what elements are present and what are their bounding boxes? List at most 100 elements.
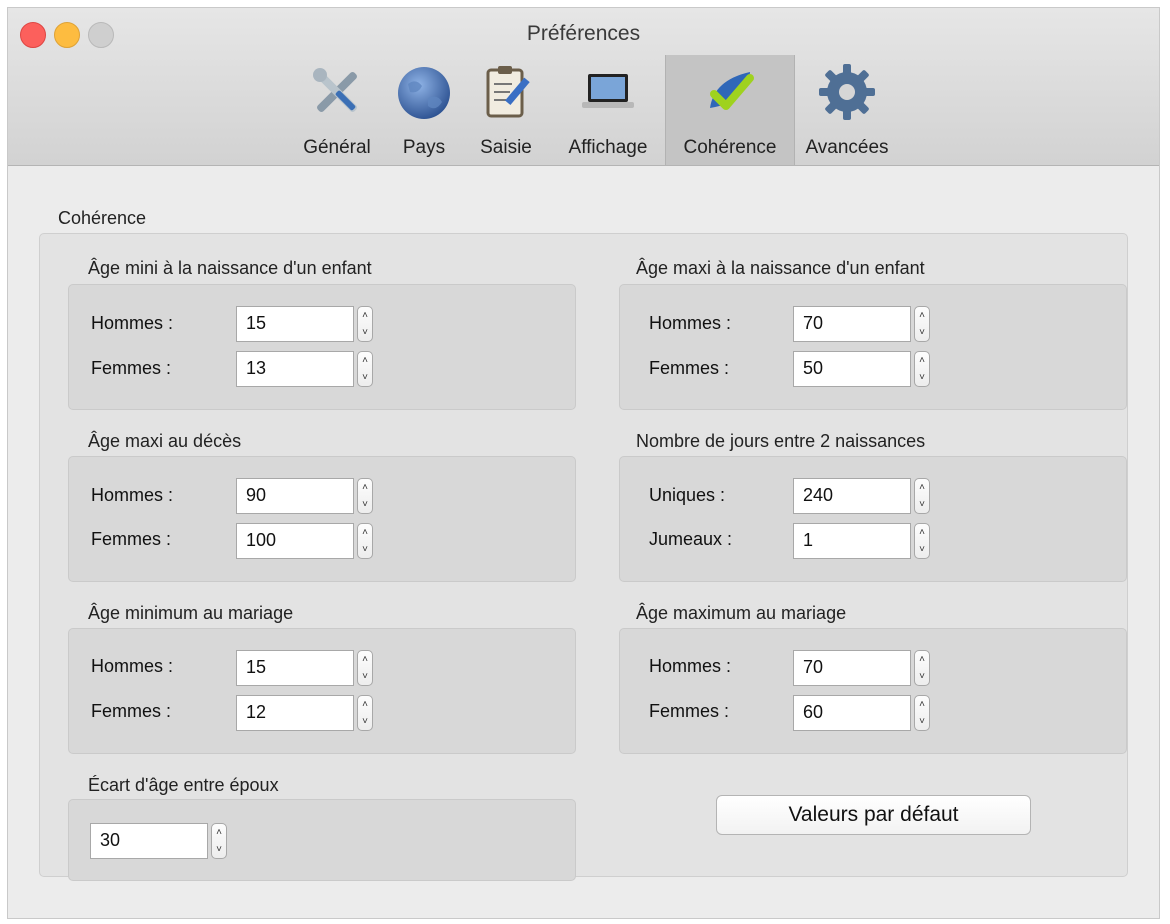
field-label-jumeaux: Jumeaux :: [649, 529, 733, 549]
mariage-min-femmes-input[interactable]: 12: [236, 695, 354, 731]
tab-label: Avancées: [805, 137, 889, 158]
group-title-jours-naissances: Nombre de jours entre 2 naissances: [636, 431, 926, 451]
field-label-femmes: Femmes :: [91, 529, 172, 549]
tab-saisie[interactable]: Saisie: [466, 55, 546, 165]
group-box-age-mini-enfant: [68, 284, 576, 410]
stepper-up-icon[interactable]: ˄: [358, 352, 372, 369]
stepper-up-icon[interactable]: ˄: [358, 479, 372, 496]
wrench-screwdriver-icon: [313, 68, 357, 112]
ecart-epoux-input[interactable]: 30: [90, 823, 208, 859]
stepper-up-icon[interactable]: ˄: [915, 479, 929, 496]
age-maxi-femmes-input[interactable]: 50: [793, 351, 911, 387]
section-label: Cohérence: [58, 208, 147, 228]
tab-coherence[interactable]: Cohérence: [665, 55, 795, 165]
mariage-max-femmes-stepper[interactable]: ˄ ˅: [914, 695, 930, 731]
group-title-age-min-mariage: Âge minimum au mariage: [88, 603, 294, 623]
stepper-down-icon[interactable]: ˅: [915, 496, 929, 513]
stepper-up-icon[interactable]: ˄: [915, 696, 929, 713]
tab-label: Affichage: [568, 137, 648, 158]
window-title: Préférences: [526, 22, 641, 45]
deces-hommes-stepper[interactable]: ˄ ˅: [357, 478, 373, 514]
stepper-up-icon[interactable]: ˄: [358, 651, 372, 668]
stepper-down-icon[interactable]: ˅: [915, 369, 929, 386]
stepper-up-icon[interactable]: ˄: [358, 696, 372, 713]
stepper-up-icon[interactable]: ˄: [915, 524, 929, 541]
uniques-input[interactable]: 240: [793, 478, 911, 514]
stepper-down-icon[interactable]: ˅: [358, 496, 372, 513]
age-mini-hommes-input[interactable]: 15: [236, 306, 354, 342]
stepper-up-icon[interactable]: ˄: [915, 307, 929, 324]
preferences-window: Préférences Général Pays Saisie Affichag…: [7, 7, 1160, 919]
tab-pays[interactable]: Pays: [393, 55, 455, 165]
gear-icon: [819, 64, 875, 120]
field-label-hommes: Hommes :: [91, 656, 174, 676]
stepper-up-icon[interactable]: ˄: [358, 524, 372, 541]
group-box-age-maxi-enfant: [619, 284, 1127, 410]
group-box-jours-naissances: [619, 456, 1127, 582]
group-box-age-maxi-deces: [68, 456, 576, 582]
mariage-min-hommes-input[interactable]: 15: [236, 650, 354, 686]
tab-label: Cohérence: [683, 137, 777, 158]
stepper-up-icon[interactable]: ˄: [915, 651, 929, 668]
age-maxi-hommes-stepper[interactable]: ˄ ˅: [914, 306, 930, 342]
stepper-up-icon[interactable]: ˄: [358, 307, 372, 324]
deces-femmes-input[interactable]: 100: [236, 523, 354, 559]
stepper-down-icon[interactable]: ˅: [358, 369, 372, 386]
field-label-hommes: Hommes :: [91, 485, 174, 505]
mariage-max-hommes-input[interactable]: 70: [793, 650, 911, 686]
field-label-femmes: Femmes :: [649, 701, 730, 721]
notepad-pencil-icon: [486, 66, 530, 118]
group-title-age-maxi-deces: Âge maxi au décès: [88, 431, 242, 451]
field-label-hommes: Hommes :: [91, 313, 174, 333]
laptop-icon: [582, 74, 634, 108]
field-label-hommes: Hommes :: [649, 656, 732, 676]
ecart-epoux-stepper[interactable]: ˄ ˅: [211, 823, 227, 859]
tab-affichage[interactable]: Affichage: [553, 55, 663, 165]
group-title-age-mini-enfant: Âge mini à la naissance d'un enfant: [88, 258, 372, 278]
stepper-down-icon[interactable]: ˅: [358, 324, 372, 341]
age-maxi-femmes-stepper[interactable]: ˄ ˅: [914, 351, 930, 387]
jumeaux-input[interactable]: 1: [793, 523, 911, 559]
mariage-min-hommes-stepper[interactable]: ˄ ˅: [357, 650, 373, 686]
stepper-down-icon[interactable]: ˅: [915, 324, 929, 341]
tab-label: Général: [303, 137, 371, 158]
jumeaux-stepper[interactable]: ˄ ˅: [914, 523, 930, 559]
uniques-stepper[interactable]: ˄ ˅: [914, 478, 930, 514]
field-label-uniques: Uniques :: [649, 485, 726, 505]
stepper-up-icon[interactable]: ˄: [915, 352, 929, 369]
stepper-down-icon[interactable]: ˅: [915, 713, 929, 730]
stepper-down-icon[interactable]: ˅: [212, 841, 226, 858]
tab-general[interactable]: Général: [293, 55, 381, 165]
stepper-down-icon[interactable]: ˅: [358, 668, 372, 685]
group-box-age-min-mariage: [68, 628, 576, 754]
group-title-ecart-epoux: Écart d'âge entre époux: [88, 775, 279, 795]
mariage-min-femmes-stepper[interactable]: ˄ ˅: [357, 695, 373, 731]
field-label-femmes: Femmes :: [91, 701, 172, 721]
tab-label: Pays: [402, 137, 446, 158]
stepper-down-icon[interactable]: ˅: [358, 541, 372, 558]
field-label-femmes: Femmes :: [649, 358, 730, 378]
age-mini-hommes-stepper[interactable]: ˄ ˅: [357, 306, 373, 342]
group-title-age-max-mariage: Âge maximum au mariage: [636, 603, 847, 623]
group-box-age-max-mariage: [619, 628, 1127, 754]
stepper-down-icon[interactable]: ˅: [358, 713, 372, 730]
deces-hommes-input[interactable]: 90: [236, 478, 354, 514]
default-values-button[interactable]: Valeurs par défaut: [716, 795, 1031, 835]
field-label-femmes: Femmes :: [91, 358, 172, 378]
checkmark-icon: [710, 72, 754, 110]
age-maxi-hommes-input[interactable]: 70: [793, 306, 911, 342]
field-label-hommes: Hommes :: [649, 313, 732, 333]
mariage-max-hommes-stepper[interactable]: ˄ ˅: [914, 650, 930, 686]
age-mini-femmes-stepper[interactable]: ˄ ˅: [357, 351, 373, 387]
tab-avancees[interactable]: Avancées: [799, 55, 895, 165]
age-mini-femmes-input[interactable]: 13: [236, 351, 354, 387]
stepper-up-icon[interactable]: ˄: [212, 824, 226, 841]
group-title-age-maxi-enfant: Âge maxi à la naissance d'un enfant: [636, 258, 925, 278]
globe-icon: [398, 67, 450, 119]
mariage-max-femmes-input[interactable]: 60: [793, 695, 911, 731]
toolbar: Préférences Général Pays Saisie Affichag…: [8, 8, 1159, 166]
tab-label: Saisie: [480, 137, 532, 158]
stepper-down-icon[interactable]: ˅: [915, 668, 929, 685]
stepper-down-icon[interactable]: ˅: [915, 541, 929, 558]
deces-femmes-stepper[interactable]: ˄ ˅: [357, 523, 373, 559]
